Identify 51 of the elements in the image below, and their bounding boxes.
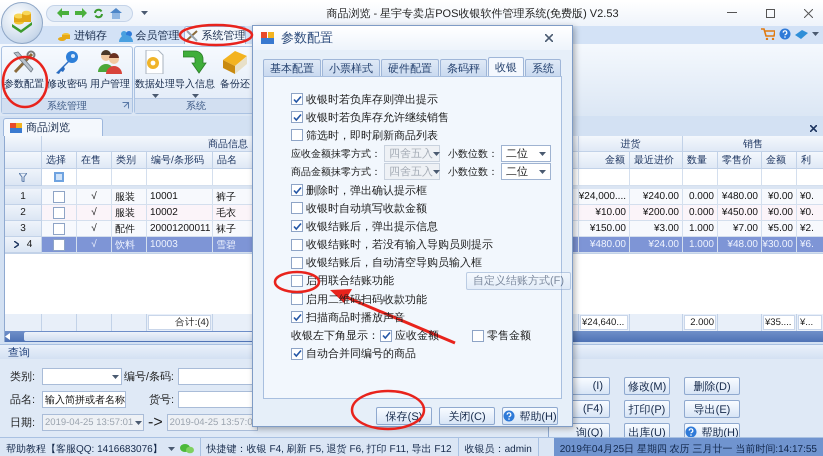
option-label: 收银结账后，弹出提示信息 — [306, 220, 438, 234]
field-label: 编号/条码: — [124, 370, 175, 384]
table-cell: ¥480.00 — [579, 237, 630, 253]
column-group-header: 销售 — [683, 136, 823, 152]
option-label: 筛选时，即时刷新商品列表 — [306, 128, 438, 143]
table-cell: 雪碧 — [213, 237, 253, 253]
option-label: 收银结账时，若没有输入导购员则提示 — [306, 238, 493, 252]
field-label: 货号: — [148, 393, 175, 407]
panel-title: 查询 — [8, 346, 30, 360]
shortcut-hint: 快捷键：收银 F4, 刷新 F5, 退货 F6, 打印 F11, 导出 F12 — [206, 442, 452, 456]
option-label: 收银左下角显示： — [291, 329, 377, 344]
group-title: 系统 — [186, 100, 206, 113]
group-title: 系统管理 — [47, 100, 87, 113]
column-group-header: 商品信息 — [42, 136, 253, 152]
range-arrow: -> — [148, 414, 163, 432]
table-cell: ¥6. — [797, 237, 823, 253]
table-cell: 饮料 — [112, 237, 147, 253]
option-label: 删除时，弹出确认提示框 — [306, 184, 427, 198]
option-label: 零售金额 — [487, 328, 531, 344]
field-label: 类别: — [10, 370, 36, 384]
total-cell: 2.000 — [684, 315, 716, 330]
total-cell: ¥24,640... — [580, 315, 628, 330]
option-label: 收银时若负库存则弹出提示 — [306, 92, 438, 107]
option-label: 收银结账后，自动清空导购员输入框 — [306, 256, 482, 270]
row-number: 2 — [20, 207, 26, 218]
cashier-label: 收银员：admin — [464, 442, 532, 456]
table-cell: √ — [77, 237, 112, 253]
datetime-label: 2019年04月25日 星期四 农历 三月廿一 当前时间:14:17:55 — [554, 438, 823, 456]
option-label: 收银时若负库存允许继续销售 — [306, 110, 449, 125]
row-number: 4 — [26, 239, 32, 250]
total-cell: ¥35.... — [763, 315, 795, 330]
option-label: 自动合并同编号的商品 — [306, 346, 416, 362]
total-cell: 合计:(4) — [148, 315, 211, 330]
row-number: 3 — [20, 223, 26, 234]
dialog-title: 参数配置 — [281, 29, 334, 47]
window-title: 商品浏览 - 星宇专卖店POS收银软件管理系统(免费版) V2.53 — [325, 6, 620, 20]
option-label: 商品金额抹零方式： — [291, 166, 381, 179]
option-label: 小数位数： — [448, 148, 498, 161]
table-cell: ¥48.00 — [718, 237, 762, 253]
table-cell: ¥30.00 — [762, 237, 797, 253]
option-label: 应收金额抹零方式： — [291, 148, 381, 161]
table-cell: 1.000 — [683, 237, 718, 253]
field-label: 日期: — [10, 416, 36, 430]
column-group-header: 进货 — [579, 136, 683, 152]
option-label: 收银时自动填写收款金额 — [306, 202, 427, 216]
option-label: 小数位数： — [448, 166, 498, 179]
table-cell: 10003 — [147, 237, 213, 253]
table-cell: ¥24.00 — [630, 237, 683, 253]
row-number: 1 — [20, 191, 26, 202]
field-label: 品名: — [10, 393, 36, 407]
total-cell: ¥... — [798, 315, 822, 330]
